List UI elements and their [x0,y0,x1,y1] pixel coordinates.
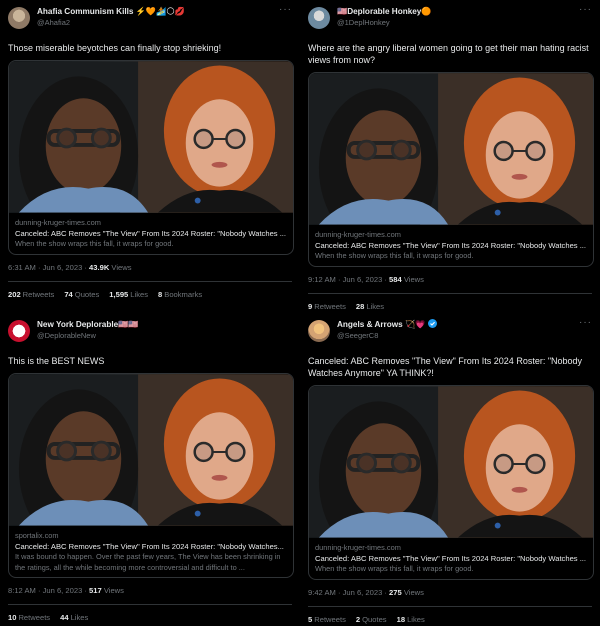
stat-likes[interactable]: 28 Likes [356,302,384,311]
timestamp[interactable]: 9:42 AM · Jun 6, 2023 · [308,588,389,597]
more-options-icon[interactable]: ··· [279,5,292,15]
handle[interactable]: @DeplorableNew [37,330,139,341]
tweet-header: Angels & Arrows 🏹💗 @SeegerC8 ··· [308,318,592,347]
card-title: Canceled: ABC Removes "The View" From It… [15,228,287,238]
avatar[interactable] [8,320,30,342]
tweet-stats: 10 Retweets 44 Likes [8,613,292,622]
card-description: When the show wraps this fall, it wraps … [315,251,474,260]
tweet-stats: 202 Retweets 74 Quotes 1,595 Likes 8 Bookmar… [8,290,292,299]
tweet-text: Where are the angry liberal women going … [308,43,589,65]
stat-likes[interactable]: 18 Likes [397,615,425,624]
avatar[interactable] [308,7,330,29]
tweet-header: 🇺🇸Deplorable Honkey🟠 @1DeplHonkey ··· [308,5,592,34]
tweet-text: Canceled: ABC Removes "The View" From It… [308,356,583,378]
card-domain: dunning-kruger-times.com [315,230,401,239]
tweet-1[interactable]: Ahafia Communism Kills ⚡️🧡🏄🌕💋 @Ahafia2 ·… [0,0,300,313]
handle[interactable]: @SeegerC8 [337,330,437,341]
tweet-meta: 8:12 AM · Jun 6, 2023 · 517 Views [8,586,292,595]
stat-likes[interactable]: 1,595 Likes [109,290,148,299]
card-image[interactable] [9,61,293,213]
stat-retweets[interactable]: 9 Retweets [308,302,346,311]
timestamp[interactable]: 6:31 AM · Jun 6, 2023 · [8,263,89,272]
stat-likes[interactable]: 44 Likes [60,613,88,622]
display-name[interactable]: Ahafia Communism Kills ⚡️🧡🏄🌕💋 [37,6,185,17]
link-card[interactable]: dunning-kruger-times.com Canceled: ABC R… [308,385,594,580]
views-label: Views [109,262,132,272]
avatar[interactable] [308,320,330,342]
divider [308,292,592,294]
card-domain: dunning-kruger-times.com [15,218,101,227]
tweet-meta: 6:31 AM · Jun 6, 2023 · 43.9K Views [8,263,292,272]
tweet-text: This is the BEST NEWS [8,356,105,366]
card-title: Canceled: ABC Removes "The View" From It… [315,240,587,250]
tweet-header: New York Deplorable🇺🇸🇺🇸 @DeplorableNew [8,319,292,347]
stat-quotes[interactable]: 2 Quotes [356,615,387,624]
display-name[interactable]: Angels & Arrows 🏹💗 [337,319,437,330]
link-card[interactable]: sportalix.com Canceled: ABC Removes "The… [8,373,294,578]
card-image[interactable] [309,73,593,225]
tweet-3[interactable]: New York Deplorable🇺🇸🇺🇸 @DeplorableNew T… [0,313,300,626]
card-domain: dunning-kruger-times.com [315,543,401,552]
tweet-meta: 9:12 AM · Jun 6, 2023 · 584 Views [308,275,592,284]
divider [8,280,292,282]
views-count: 275 [389,587,402,597]
stat-retweets[interactable]: 5 Retweets [308,615,346,624]
card-description: When the show wraps this fall, it wraps … [315,564,474,573]
verified-badge-icon [427,319,437,328]
stat-quotes[interactable]: 74 Quotes [64,290,99,299]
tweet-4[interactable]: Angels & Arrows 🏹💗 @SeegerC8 ··· Cancele… [300,313,600,626]
stat-retweets[interactable]: 202 Retweets [8,290,54,299]
card-title: Canceled: ABC Removes "The View" From It… [15,541,284,551]
display-name[interactable]: New York Deplorable🇺🇸🇺🇸 [37,319,139,330]
stat-bookmarks[interactable]: 8 Bookmarks [158,290,202,299]
card-domain: sportalix.com [15,531,59,540]
card-title: Canceled: ABC Removes "The View" From It… [315,553,587,563]
views-label: Views [401,587,424,597]
handle[interactable]: @1DeplHonkey [337,17,432,28]
tweet-2[interactable]: 🇺🇸Deplorable Honkey🟠 @1DeplHonkey ··· Wh… [300,0,600,313]
timestamp[interactable]: 8:12 AM · Jun 6, 2023 · [8,586,89,595]
divider [8,604,292,605]
tweet-meta: 9:42 AM · Jun 6, 2023 · 275 Views [308,588,592,597]
more-options-icon[interactable]: ··· [579,318,592,328]
display-name[interactable]: 🇺🇸Deplorable Honkey🟠 [337,6,432,17]
avatar[interactable] [8,7,30,29]
card-image[interactable] [9,374,293,526]
views-count: 517 [89,586,102,595]
handle[interactable]: @Ahafia2 [37,17,185,28]
views-label: Views [401,274,424,284]
tweet-text: Those miserable beyotches can finally st… [8,43,222,53]
card-image[interactable] [309,386,593,538]
link-card[interactable]: dunning-kruger-times.com Canceled: ABC R… [308,72,594,267]
divider [308,605,592,607]
views-label: Views [101,586,124,595]
tweet-stats: 5 Retweets 2 Quotes 18 Likes [308,615,592,624]
views-count: 584 [389,274,402,284]
tweet-header: Ahafia Communism Kills ⚡️🧡🏄🌕💋 @Ahafia2 ·… [8,5,292,34]
stat-retweets[interactable]: 10 Retweets [8,613,50,622]
link-card[interactable]: dunning-kruger-times.com Canceled: ABC R… [8,60,294,255]
tweet-stats: 9 Retweets 28 Likes [308,302,592,311]
more-options-icon[interactable]: ··· [579,5,592,15]
views-count: 43.9K [89,262,110,272]
card-description: It was bound to happen. Over the past fe… [15,552,281,572]
timestamp[interactable]: 9:12 AM · Jun 6, 2023 · [308,275,389,284]
card-description: When the show wraps this fall, it wraps … [15,239,174,248]
